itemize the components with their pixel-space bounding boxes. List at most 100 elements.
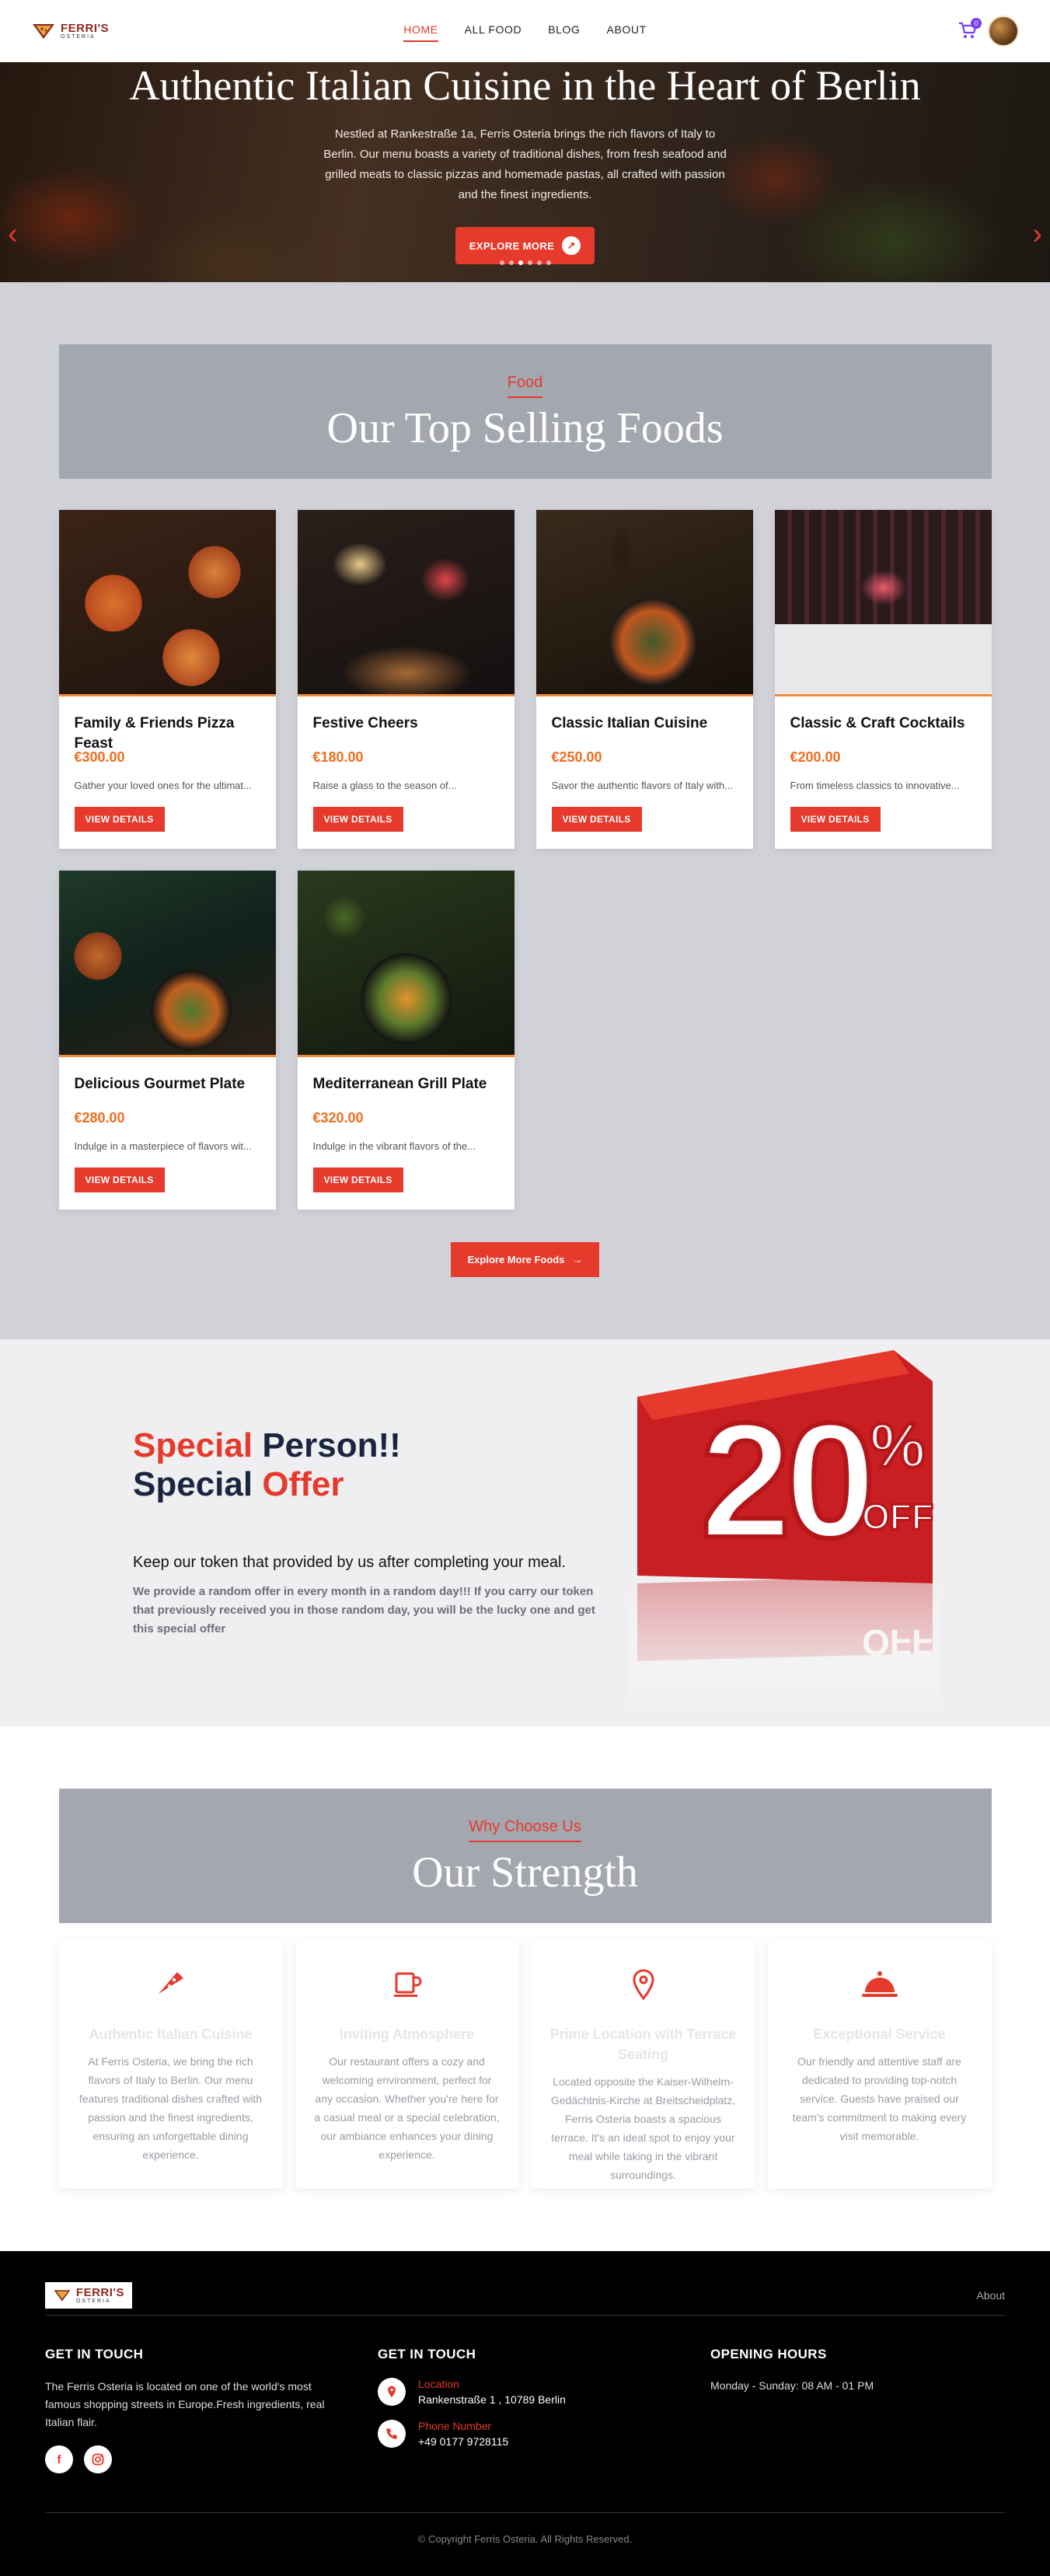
feature-text: Located opposite the Kaiser-Wilhelm-Gedä…: [550, 2075, 736, 2181]
section-title: Our Top Selling Foods: [326, 404, 724, 452]
cart-button[interactable]: 0: [957, 18, 982, 43]
food-image-pizza: [58, 510, 276, 696]
strength-header: Why Choose Us Our Strength: [58, 1789, 992, 1923]
phone-label: Phone Number: [418, 2420, 492, 2432]
arrow-up-right-icon: ↗: [562, 236, 581, 255]
slider-dot[interactable]: [546, 260, 551, 265]
food-price: €320.00: [312, 1110, 364, 1126]
slider-dot[interactable]: [508, 260, 514, 265]
food-title: Classic & Craft Cocktails: [790, 715, 965, 731]
food-card[interactable]: Classic Italian Cuisine €250.00 Savor th…: [535, 510, 753, 849]
footer-heading: OPENING HOURS: [710, 2347, 827, 2361]
feature-title: Exceptional Service: [813, 2026, 946, 2042]
location-pin-icon: [378, 2378, 406, 2406]
food-desc: Raise a glass to the season of...: [312, 780, 457, 791]
feature-text: Our friendly and attentive staff are ded…: [792, 2055, 967, 2142]
explore-more-label: EXPLORE MORE: [469, 239, 555, 252]
feature-card: Exceptional Service Our friendly and att…: [768, 1940, 992, 2189]
slider-next-icon[interactable]: ›: [1032, 218, 1042, 251]
food-desc: Gather your loved ones for the ultimat..…: [74, 780, 252, 791]
food-price: €250.00: [551, 749, 602, 765]
food-grid: Family & Friends Pizza Feast €300.00 Gat…: [58, 510, 992, 1209]
brand-sub: OSTERIA: [61, 34, 96, 40]
hero-slider: Authentic Italian Cuisine in the Heart o…: [0, 62, 1050, 282]
main-menu: HOME ALL FOOD BLOG ABOUT: [0, 23, 1050, 42]
explore-more-button[interactable]: EXPLORE MORE ↗: [455, 227, 595, 264]
top-selling-header: Food Our Top Selling Foods: [58, 344, 992, 479]
section-title: Our Strength: [412, 1848, 638, 1897]
food-desc: Indulge in the vibrant flavors of the...: [312, 1140, 476, 1152]
food-image-gourmet: [58, 871, 276, 1057]
feature-card: Inviting Atmosphere Our restaurant offer…: [295, 1940, 519, 2189]
nav-all-food[interactable]: ALL FOOD: [465, 23, 522, 42]
site-footer: FERRI'S OSTERIA About GET IN TOUCH The F…: [0, 2251, 1050, 2576]
phone-value[interactable]: +49 0177 9728115: [418, 2435, 508, 2448]
footer-logo[interactable]: FERRI'S OSTERIA: [45, 2282, 132, 2309]
slider-dot[interactable]: [527, 260, 532, 265]
hero-title: Authentic Italian Cuisine in the Heart o…: [129, 62, 921, 109]
nav-home[interactable]: HOME: [403, 23, 438, 42]
section-tag: Food: [507, 374, 543, 398]
footer-about-link[interactable]: About: [976, 2289, 1005, 2302]
view-details-button[interactable]: VIEW DETAILS: [790, 807, 881, 832]
slider-dot[interactable]: [518, 260, 523, 265]
view-details-button[interactable]: VIEW DETAILS: [74, 807, 165, 832]
contact-phone: Phone Number +49 0177 9728115: [378, 2420, 710, 2448]
user-avatar[interactable]: [988, 16, 1019, 47]
food-price: €280.00: [74, 1110, 125, 1126]
cart-count-badge: 0: [971, 18, 982, 29]
contact-location: Location Rankenstraße 1 , 10789 Berlin: [378, 2378, 710, 2406]
food-price: €300.00: [74, 749, 125, 765]
food-desc: From timeless classics to innovative...: [790, 780, 960, 791]
brand-name: FERRI'S: [75, 2286, 124, 2299]
food-image-cheers: [297, 510, 515, 696]
view-details-button[interactable]: VIEW DETAILS: [551, 807, 642, 832]
explore-more-foods-button[interactable]: Explore More Foods →: [450, 1242, 600, 1277]
view-details-button[interactable]: VIEW DETAILS: [312, 1168, 403, 1192]
svg-text:%: %: [870, 1411, 925, 1480]
food-title: Classic Italian Cuisine: [551, 715, 708, 731]
food-card[interactable]: Mediterranean Grill Plate €320.00 Indulg…: [297, 871, 515, 1209]
section-tag: Why Choose Us: [469, 1818, 581, 1842]
food-card[interactable]: Family & Friends Pizza Feast €300.00 Gat…: [58, 510, 276, 849]
food-title: Mediterranean Grill Plate: [312, 1076, 487, 1092]
food-desc: Indulge in a masterpiece of flavors wit.…: [74, 1140, 252, 1152]
top-selling-section: Food Our Top Selling Foods Family & Frie…: [0, 282, 1050, 1339]
footer-heading: GET IN TOUCH: [378, 2347, 476, 2361]
logo-slice-icon: [31, 22, 56, 40]
feature-title: Inviting Atmosphere: [339, 2026, 475, 2042]
feature-text: At Ferris Osteria, we bring the rich fla…: [78, 2055, 262, 2161]
feature-text: Our restaurant offers a cozy and welcomi…: [314, 2055, 500, 2161]
special-offer-section: Special Person!! Special Offer Keep our …: [0, 1339, 1050, 1726]
food-card[interactable]: Classic & Craft Cocktails €200.00 From t…: [774, 510, 992, 849]
food-price: €180.00: [312, 749, 364, 765]
food-card[interactable]: Festive Cheers €180.00 Raise a glass to …: [297, 510, 515, 849]
slider-prev-icon[interactable]: ‹: [8, 218, 18, 251]
food-desc: Savor the authentic flavors of Italy wit…: [551, 780, 733, 791]
location-value: Rankenstraße 1 , 10789 Berlin: [418, 2393, 566, 2406]
hero-description: Nestled at Rankestraße 1a, Ferris Osteri…: [323, 127, 727, 201]
feature-title: Authentic Italian Cuisine: [89, 2026, 253, 2042]
food-title: Festive Cheers: [312, 715, 418, 731]
food-image-cocktail: [774, 510, 992, 696]
twenty-percent-off-graphic: 20 % OFF OFF: [630, 1350, 940, 1716]
view-details-button[interactable]: VIEW DETAILS: [74, 1168, 165, 1192]
phone-icon: [378, 2420, 406, 2448]
special-heading-line1: Special Person!!: [133, 1426, 401, 1464]
cloche-icon: [861, 1971, 898, 1997]
feature-grid: Authentic Italian Cuisine At Ferris Oste…: [59, 1940, 992, 2189]
strength-section: Why Choose Us Our Strength Authentic Ita…: [0, 1726, 1050, 2251]
svg-text:OFF: OFF: [862, 1496, 933, 1537]
facebook-icon[interactable]: f: [45, 2445, 73, 2473]
nav-blog[interactable]: BLOG: [548, 23, 580, 42]
logo-slice-icon: [54, 2290, 71, 2302]
feature-card: Authentic Italian Cuisine At Ferris Oste…: [59, 1940, 283, 2189]
special-note: We provide a random offer in every month…: [133, 1585, 595, 1635]
food-card[interactable]: Delicious Gourmet Plate €280.00 Indulge …: [58, 871, 276, 1209]
slider-dot[interactable]: [499, 260, 504, 265]
instagram-icon[interactable]: [84, 2445, 112, 2473]
nav-about[interactable]: ABOUT: [607, 23, 647, 42]
brand-logo[interactable]: FERRI'S OSTERIA: [31, 22, 109, 40]
slider-dot[interactable]: [536, 260, 542, 265]
view-details-button[interactable]: VIEW DETAILS: [312, 807, 403, 832]
